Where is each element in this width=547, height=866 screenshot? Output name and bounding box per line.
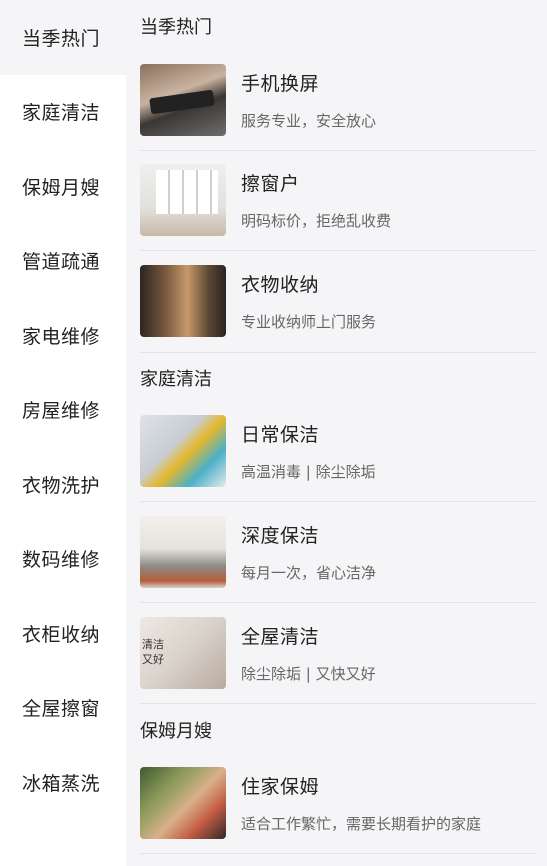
service-subtitle: 专业收纳师上门服务 — [241, 313, 377, 332]
service-title: 擦窗户 — [241, 173, 300, 196]
service-title: 衣物收纳 — [241, 274, 320, 297]
service-image — [140, 265, 226, 338]
category-sidebar: 当季热门 家庭清洁 保姆月嫂 管道疏通 家电维修 房屋维修 衣物洗护 数码维修 … — [0, 0, 126, 866]
service-image — [140, 415, 226, 488]
service-list: 当季热门 手机换屏 服务专业，安全放心 擦窗户 明码标价，拒绝乱收费 衣物收纳 … — [126, 0, 547, 866]
sidebar-item-laundry[interactable]: 衣物洗护 — [0, 447, 126, 522]
sidebar-item-label: 家庭清洁 — [22, 102, 101, 125]
section-title-seasonal-hot: 当季热门 — [140, 17, 212, 38]
sidebar-item-house-repair[interactable]: 房屋维修 — [0, 373, 126, 448]
service-card-whole-house[interactable]: 清洁 又好 全屋清洁 除尘除垢 | 又快又好 — [140, 603, 537, 704]
service-image: 清洁 又好 — [140, 616, 226, 689]
service-card-phone-screen[interactable]: 手机换屏 服务专业，安全放心 — [140, 50, 537, 151]
service-card-clothes-storage[interactable]: 衣物收纳 专业收纳师上门服务 — [140, 251, 537, 352]
service-title: 住家保姆 — [241, 775, 320, 798]
service-image — [140, 63, 226, 136]
service-card-live-in-nanny[interactable]: 住家保姆 适合工作繁忙，需要长期看护的家庭 — [140, 753, 537, 854]
service-image — [140, 164, 226, 237]
sidebar-item-nanny[interactable]: 保姆月嫂 — [0, 149, 126, 224]
sidebar-item-label: 房屋维修 — [22, 400, 101, 423]
sidebar-item-fridge-steam[interactable]: 冰箱蒸洗 — [0, 745, 126, 820]
sidebar-item-label: 保姆月嫂 — [22, 176, 101, 199]
image-overlay-text: 清洁 又好 — [142, 637, 164, 666]
sidebar-item-home-cleaning[interactable]: 家庭清洁 — [0, 75, 126, 150]
service-title: 手机换屏 — [241, 72, 320, 95]
service-title: 深度保洁 — [241, 524, 320, 547]
sidebar-item-label: 家电维修 — [22, 325, 101, 348]
service-subtitle: 服务专业，安全放心 — [241, 111, 377, 130]
section-title-home-cleaning: 家庭清洁 — [140, 351, 537, 402]
service-card-window-wipe[interactable]: 擦窗户 明码标价，拒绝乱收费 — [140, 151, 537, 251]
sidebar-item-label: 衣柜收纳 — [22, 623, 101, 646]
sidebar-item-appliance-repair[interactable]: 家电维修 — [0, 298, 126, 373]
service-image — [140, 766, 226, 839]
sidebar-item-pipe-unclog[interactable]: 管道疏通 — [0, 224, 126, 299]
section-title-nanny: 保姆月嫂 — [140, 703, 537, 753]
service-title: 日常保洁 — [241, 424, 320, 447]
sidebar-item-label: 衣物洗护 — [22, 474, 101, 497]
sidebar-item-window-cleaning[interactable]: 全屋擦窗 — [0, 671, 126, 746]
sidebar-item-label: 管道疏通 — [22, 251, 101, 274]
service-title: 全屋清洁 — [241, 625, 320, 648]
sidebar-item-wardrobe[interactable]: 衣柜收纳 — [0, 596, 126, 671]
service-subtitle: 适合工作繁忙，需要长期看护的家庭 — [241, 814, 482, 833]
sidebar-item-label: 数码维修 — [22, 549, 101, 572]
sidebar-item-digital-repair[interactable]: 数码维修 — [0, 522, 126, 597]
service-subtitle: 明码标价，拒绝乱收费 — [241, 212, 392, 231]
service-subtitle: 每月一次，省心洁净 — [241, 563, 377, 582]
sidebar-item-label: 冰箱蒸洗 — [22, 772, 101, 795]
sidebar-item-seasonal-hot[interactable]: 当季热门 — [0, 0, 126, 75]
service-subtitle: 高温消毒 | 除尘除垢 — [241, 463, 376, 482]
service-image — [140, 515, 226, 588]
service-card-deep-cleaning[interactable]: 深度保洁 每月一次，省心洁净 — [140, 502, 537, 603]
sidebar-item-label: 全屋擦窗 — [22, 698, 101, 721]
service-card-daily-cleaning[interactable]: 日常保洁 高温消毒 | 除尘除垢 — [140, 402, 537, 502]
service-subtitle: 除尘除垢 | 又快又好 — [241, 664, 376, 683]
sidebar-item-label: 当季热门 — [22, 27, 101, 50]
